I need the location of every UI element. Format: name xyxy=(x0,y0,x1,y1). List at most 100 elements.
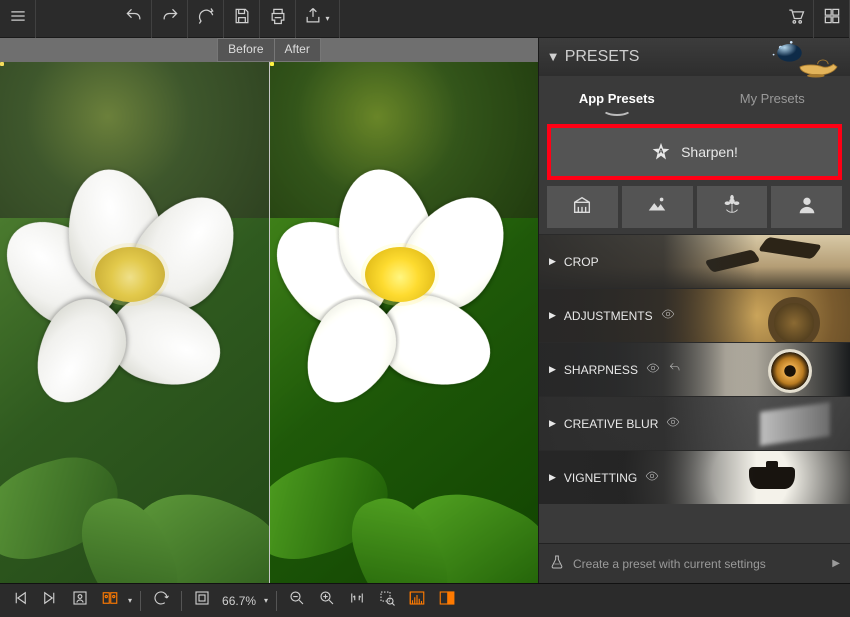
repeat-icon xyxy=(196,6,216,31)
marquee-zoom-icon xyxy=(378,589,396,612)
expand-icon: ▶ xyxy=(549,472,556,483)
undo-button[interactable] xyxy=(116,0,152,38)
after-image xyxy=(269,62,539,583)
section-label: CREATIVE BLUR xyxy=(564,417,658,431)
redo-icon xyxy=(160,6,180,31)
flower-icon xyxy=(721,194,743,221)
first-image-button[interactable] xyxy=(6,588,34,614)
visibility-icon[interactable] xyxy=(661,307,675,324)
repeat-button[interactable] xyxy=(188,0,224,38)
after-label: After xyxy=(274,38,321,62)
actual-pixels-button[interactable] xyxy=(343,588,371,614)
expand-icon: ▶ xyxy=(549,418,556,429)
save-icon xyxy=(232,6,252,31)
category-landscape[interactable] xyxy=(622,186,693,228)
section-creative-blur[interactable]: ▶ CREATIVE BLUR xyxy=(539,396,850,450)
compare-view-button[interactable] xyxy=(96,588,124,614)
preset-tabs: App Presets My Presets xyxy=(539,76,850,120)
skip-forward-icon xyxy=(41,589,59,612)
zoom-in-button[interactable] xyxy=(313,588,341,614)
person-icon xyxy=(796,194,818,221)
last-image-button[interactable] xyxy=(36,588,64,614)
visibility-icon[interactable] xyxy=(646,361,660,378)
marquee-zoom-button[interactable] xyxy=(373,588,401,614)
section-label: SHARPNESS xyxy=(564,363,638,377)
category-portrait[interactable] xyxy=(771,186,842,228)
category-macro[interactable] xyxy=(697,186,768,228)
auto-badge-icon: A xyxy=(651,142,671,162)
collapse-icon: ▶ xyxy=(547,53,558,61)
preset-categories xyxy=(539,186,850,234)
histogram-icon xyxy=(408,589,426,612)
one-to-one-icon xyxy=(348,589,366,612)
menu-button[interactable] xyxy=(0,0,36,38)
section-vignetting[interactable]: ▶ VIGNETTING xyxy=(539,450,850,504)
undo-icon xyxy=(124,6,144,31)
section-undo-icon[interactable] xyxy=(668,361,682,378)
histogram-button[interactable] xyxy=(403,588,431,614)
bottom-toolbar: ▾ 66.7% ▾ xyxy=(0,583,850,617)
category-architecture[interactable] xyxy=(547,186,618,228)
zoom-out-icon xyxy=(288,589,306,612)
chevron-down-icon[interactable]: ▾ xyxy=(126,596,134,605)
section-label: CROP xyxy=(564,255,599,269)
fit-icon xyxy=(193,589,211,612)
auto-preset-highlight: A Sharpen! xyxy=(547,124,842,180)
cart-icon xyxy=(786,6,806,31)
single-view-icon xyxy=(71,589,89,612)
redo-button[interactable] xyxy=(152,0,188,38)
presets-header[interactable]: ▶ PRESETS xyxy=(539,38,850,76)
expand-icon: ▶ xyxy=(549,310,556,321)
before-after-labels: Before After xyxy=(0,38,538,62)
print-icon xyxy=(268,6,288,31)
chevron-right-icon: ▶ xyxy=(832,558,840,569)
print-button[interactable] xyxy=(260,0,296,38)
info-panel-icon xyxy=(438,589,456,612)
fit-screen-button[interactable] xyxy=(188,588,216,614)
expand-icon: ▶ xyxy=(549,364,556,375)
right-panel: ▶ PRESETS App Presets My Presets xyxy=(538,38,850,583)
expand-icon: ▶ xyxy=(549,256,556,267)
skip-back-icon xyxy=(11,589,29,612)
create-preset-button[interactable]: Create a preset with current settings ▶ xyxy=(539,543,850,583)
auto-sharpen-button[interactable]: A Sharpen! xyxy=(551,128,838,176)
tab-app-presets[interactable]: App Presets xyxy=(539,76,695,120)
hamburger-icon xyxy=(8,6,28,31)
rotate-icon xyxy=(152,589,170,612)
visibility-icon[interactable] xyxy=(666,415,680,432)
zoom-out-button[interactable] xyxy=(283,588,311,614)
info-panel-button[interactable] xyxy=(433,588,461,614)
svg-text:A: A xyxy=(658,147,664,156)
image-viewer[interactable] xyxy=(0,62,538,583)
zoom-in-icon xyxy=(318,589,336,612)
before-image xyxy=(0,62,269,583)
compare-view-icon xyxy=(101,589,119,612)
cart-button[interactable] xyxy=(778,0,814,38)
section-label: ADJUSTMENTS xyxy=(564,309,653,323)
create-preset-label: Create a preset with current settings xyxy=(573,557,766,571)
section-label: VIGNETTING xyxy=(564,471,637,485)
single-view-button[interactable] xyxy=(66,588,94,614)
share-button[interactable]: ▾ xyxy=(296,0,340,38)
section-sharpness[interactable]: ▶ SHARPNESS xyxy=(539,342,850,396)
section-adjustments[interactable]: ▶ ADJUSTMENTS xyxy=(539,288,850,342)
canvas-area: Before After xyxy=(0,38,538,583)
chevron-down-icon: ▾ xyxy=(323,14,331,23)
tab-my-presets[interactable]: My Presets xyxy=(695,76,850,120)
grid-button[interactable] xyxy=(814,0,850,38)
presets-title: PRESETS xyxy=(565,48,640,66)
landscape-icon xyxy=(646,194,668,221)
grid-icon xyxy=(822,6,842,31)
section-crop[interactable]: ▶ CROP xyxy=(539,234,850,288)
zoom-value: 66.7% xyxy=(218,594,260,608)
visibility-icon[interactable] xyxy=(645,469,659,486)
save-button[interactable] xyxy=(224,0,260,38)
rotate-button[interactable] xyxy=(147,588,175,614)
auto-sharpen-label: Sharpen! xyxy=(681,144,738,160)
top-toolbar: ▾ xyxy=(0,0,850,38)
chevron-down-icon[interactable]: ▾ xyxy=(262,596,270,605)
before-label: Before xyxy=(217,38,273,62)
building-icon xyxy=(571,194,593,221)
flask-icon xyxy=(549,554,565,573)
share-icon xyxy=(303,6,323,31)
